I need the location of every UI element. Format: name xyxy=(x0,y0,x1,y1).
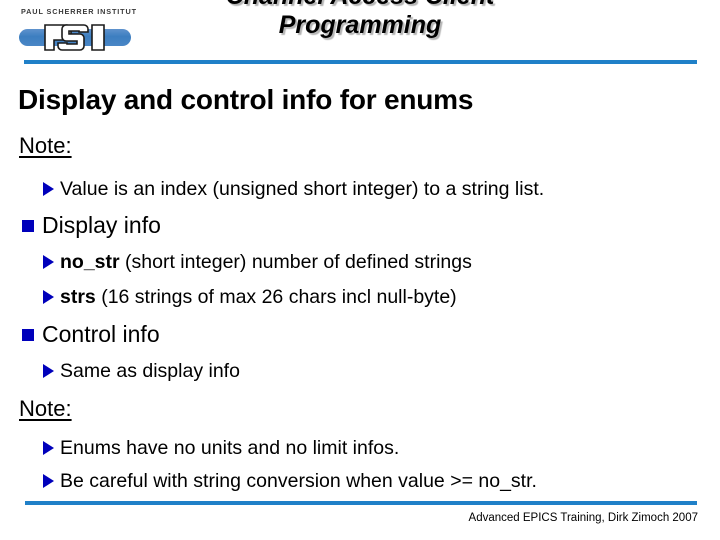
psi-logo-mark xyxy=(19,22,131,53)
bullet-be-careful: Be careful with string conversion when v… xyxy=(43,470,537,493)
bullet-value-index: Value is an index (unsigned short intege… xyxy=(43,178,544,201)
footer-divider-rule xyxy=(25,501,697,505)
bullet-same-as-display-text: Same as display info xyxy=(60,360,240,382)
square-bullet-icon xyxy=(22,329,34,341)
triangle-bullet-icon xyxy=(43,441,54,455)
note-label-bottom: Note: xyxy=(19,396,72,421)
slide-footer: Advanced EPICS Training, Dirk Zimoch 200… xyxy=(468,512,698,524)
psi-logo-institute-text: PAUL SCHERRER INSTITUT xyxy=(21,7,137,16)
bullet-no-str-term: no_str xyxy=(60,251,120,273)
bullet-same-as-display: Same as display info xyxy=(43,360,240,383)
bullet-strs-term: strs xyxy=(60,286,96,308)
bullet-control-info: Control info xyxy=(22,321,160,348)
slide-header: PAUL SCHERRER INSTITUT Channel Access Cl… xyxy=(0,0,720,62)
bullet-value-index-text: Value is an index (unsigned short intege… xyxy=(60,178,545,200)
slide-heading: Display and control info for enums xyxy=(18,84,474,115)
psi-logo: PAUL SCHERRER INSTITUT xyxy=(19,7,137,53)
psi-logo-letters xyxy=(42,22,108,53)
triangle-bullet-icon xyxy=(43,182,54,196)
deck-title: Channel Access Client Programming xyxy=(226,0,495,39)
bullet-strs: strs (16 strings of max 26 chars incl nu… xyxy=(43,286,457,309)
bullet-display-info: Display info xyxy=(22,212,161,239)
triangle-bullet-icon xyxy=(43,474,54,488)
bullet-strs-description: (16 strings of max 26 chars incl null-by… xyxy=(95,286,457,308)
bullet-be-careful-text: Be careful with string conversion when v… xyxy=(60,470,537,492)
note-label-top: Note: xyxy=(19,133,72,158)
square-bullet-icon xyxy=(22,220,34,232)
bullet-enums-no-units: Enums have no units and no limit infos. xyxy=(43,437,399,460)
bullet-no-str-description: (short integer) number of defined string… xyxy=(119,251,472,273)
triangle-bullet-icon xyxy=(43,364,54,378)
bullet-no-str: no_str (short integer) number of defined… xyxy=(43,251,472,274)
bullet-control-info-text: Control info xyxy=(42,321,160,347)
header-divider-rule xyxy=(24,60,697,64)
slide-canvas: PAUL SCHERRER INSTITUT Channel Access Cl… xyxy=(0,0,720,540)
bullet-display-info-text: Display info xyxy=(42,212,161,238)
triangle-bullet-icon xyxy=(43,290,54,304)
triangle-bullet-icon xyxy=(43,255,54,269)
bullet-enums-no-units-text: Enums have no units and no limit infos. xyxy=(60,437,400,459)
